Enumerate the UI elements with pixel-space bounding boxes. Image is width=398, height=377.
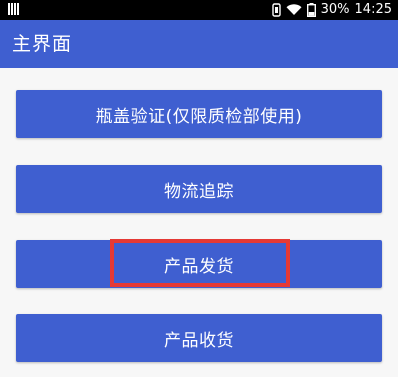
button-label: 物流追踪 [164,181,234,202]
logistics-tracking-button[interactable]: 物流追踪 [16,165,382,213]
battery-percent: 30% [320,2,350,17]
status-icons: 30% 14:25 [271,0,392,20]
vibrate-icon [271,3,281,17]
wifi-icon [286,4,302,16]
button-label: 产品收货 [164,330,234,351]
button-label: 产品发货 [164,256,234,277]
bottle-cap-verify-button[interactable]: 瓶盖验证(仅限质检部使用) [16,90,382,138]
app-bar: 主界面 [0,20,398,68]
product-shipment-button[interactable]: 产品发货 [16,240,382,288]
battery-icon [306,3,316,17]
main-content: 瓶盖验证(仅限质检部使用) 物流追踪 产品发货 产品收货 [0,68,398,377]
status-bar: 30% 14:25 [0,0,398,20]
clock: 14:25 [354,2,392,17]
page-title: 主界面 [12,33,73,55]
button-label: 瓶盖验证(仅限质检部使用) [95,106,303,127]
sim-card-icon [8,3,20,15]
product-receipt-button[interactable]: 产品收货 [16,314,382,362]
